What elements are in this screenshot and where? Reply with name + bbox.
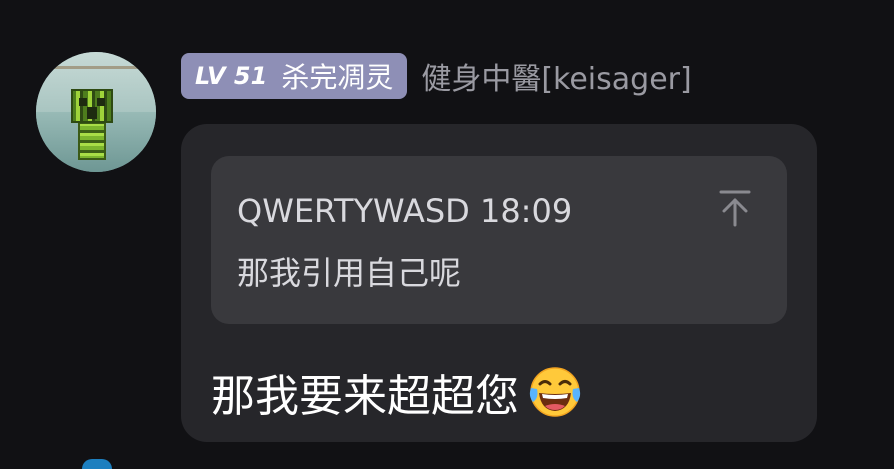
- message-body: 那我要来超超您: [211, 371, 519, 422]
- creeper-eye-right: [97, 98, 105, 106]
- sender-name[interactable]: 健身中醫[keisager]: [421, 54, 691, 98]
- message-bubble[interactable]: QWERTYWASD 18:09 那我引用自己呢 那我要来超超您: [181, 124, 817, 442]
- quote-author: QWERTYWASD: [237, 192, 470, 230]
- member-title: 杀完凋灵: [281, 61, 394, 94]
- quoted-message[interactable]: QWERTYWASD 18:09 那我引用自己呢: [211, 156, 787, 324]
- message-header: LV 51 杀完凋灵 健身中醫[keisager]: [181, 52, 692, 100]
- avatar[interactable]: [36, 52, 156, 172]
- creeper-mouth: [87, 107, 97, 119]
- quote-text: 那我引用自己呢: [237, 254, 462, 292]
- creeper-body: [78, 122, 106, 160]
- arrow-up-to-top-icon[interactable]: [717, 188, 753, 228]
- next-message-avatar: [82, 459, 112, 469]
- level-badge[interactable]: LV 51 杀完凋灵: [181, 53, 408, 99]
- level-label: LV 51: [195, 62, 268, 90]
- quote-time: 18:09: [479, 192, 573, 230]
- chat-message: LV 51 杀完凋灵 健身中醫[keisager] QWERTYWASD 18:…: [0, 0, 894, 469]
- face-with-tears-of-joy-icon: [529, 367, 581, 417]
- avatar-horizon: [36, 66, 156, 69]
- quote-meta: QWERTYWASD 18:09: [237, 192, 572, 230]
- creeper-eye-left: [79, 98, 87, 106]
- message-text: 那我要来超超您: [211, 360, 585, 424]
